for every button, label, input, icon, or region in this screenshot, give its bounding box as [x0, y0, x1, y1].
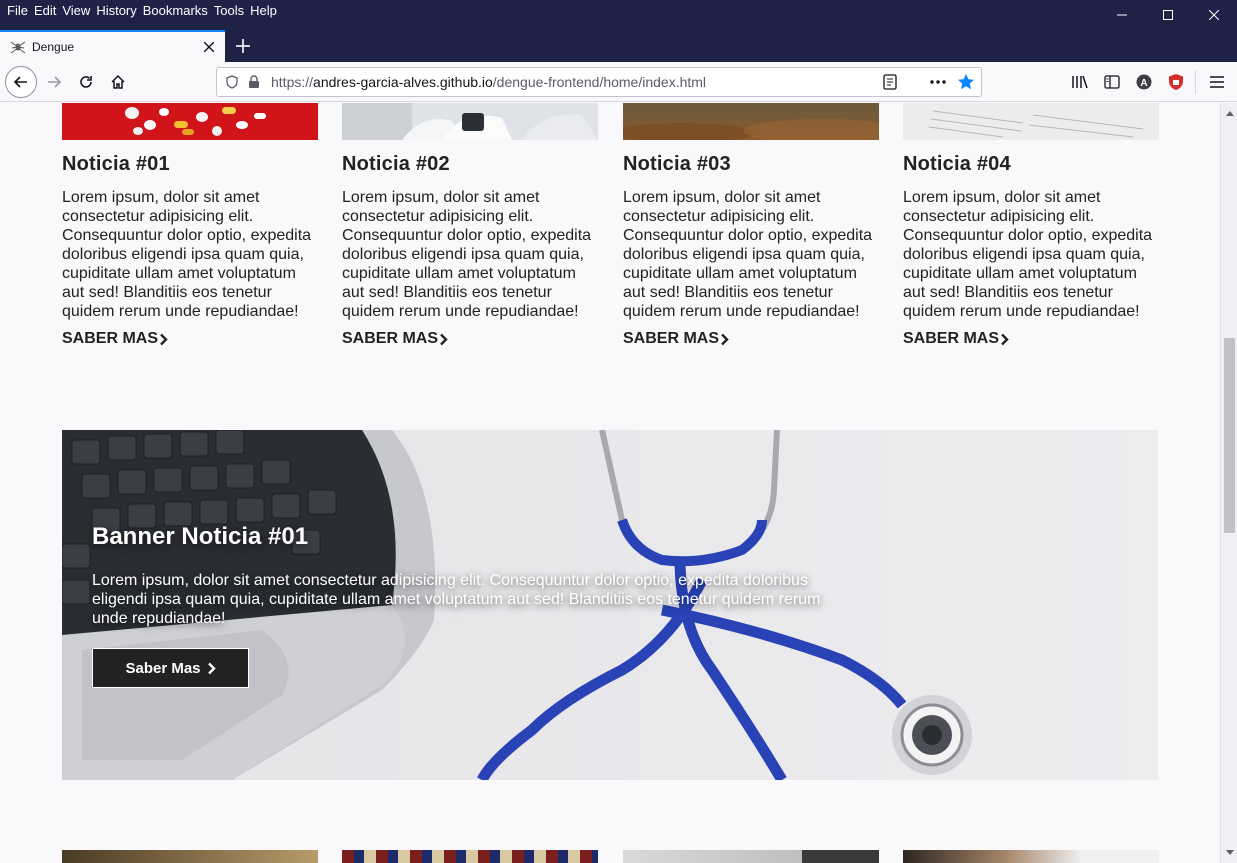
- back-button[interactable]: [5, 66, 37, 98]
- scroll-down-button[interactable]: [1221, 844, 1237, 861]
- chevron-right-icon: [1001, 333, 1009, 345]
- scroll-thumb[interactable]: [1224, 338, 1235, 533]
- chevron-down-icon: [1225, 850, 1234, 855]
- news-text: Lorem ipsum, dolor sit amet consectetur …: [623, 189, 873, 320]
- news-banner: Banner Noticia #01 Lorem ipsum, dolor si…: [62, 430, 1158, 780]
- saber-mas-link[interactable]: SABER MAS: [342, 330, 449, 348]
- chevron-right-icon: [160, 333, 168, 345]
- news-text: Lorem ipsum, dolor sit amet consectetur …: [62, 189, 312, 320]
- reload-button[interactable]: [70, 66, 102, 98]
- banner-title: Banner Noticia #01: [92, 523, 309, 550]
- news-image: [623, 103, 879, 140]
- toolbar-divider: [1195, 70, 1196, 94]
- tab-bar: Dengue: [0, 30, 1237, 62]
- saber-mas-link[interactable]: SABER MAS: [62, 330, 169, 348]
- home-icon: [111, 74, 125, 89]
- menu-items: File Edit View History Bookmarks Tools H…: [6, 3, 282, 18]
- reader-view-icon[interactable]: [879, 71, 901, 93]
- arrow-left-icon: [13, 76, 27, 88]
- tab-dengue[interactable]: Dengue: [0, 30, 225, 62]
- ublock-button[interactable]: [1162, 68, 1190, 96]
- bookmark-star-icon[interactable]: [955, 71, 977, 93]
- close-icon: [1209, 10, 1219, 20]
- url-actions: [879, 71, 977, 93]
- page-scrollbar[interactable]: [1220, 103, 1237, 863]
- forward-button[interactable]: [38, 66, 70, 98]
- tab-title: Dengue: [32, 40, 75, 54]
- minimize-button[interactable]: [1099, 0, 1145, 30]
- menu-view[interactable]: View: [61, 3, 95, 18]
- news-card: Noticia #01 Lorem ipsum, dolor sit amet …: [62, 103, 318, 347]
- saber-mas-link[interactable]: SABER MAS: [903, 330, 1010, 348]
- lock-icon[interactable]: [243, 71, 265, 93]
- hamburger-icon: [1210, 76, 1224, 88]
- window-controls: [1099, 0, 1237, 30]
- news-card: Noticia #02 Lorem ipsum, dolor sit amet …: [342, 103, 598, 347]
- arrow-right-icon: [48, 76, 62, 88]
- news-image: [342, 850, 598, 863]
- library-button[interactable]: [1066, 68, 1094, 96]
- tab-close-button[interactable]: [197, 35, 221, 59]
- account-icon: A: [1136, 74, 1152, 90]
- news-image: [623, 850, 879, 863]
- link-label: SABER MAS: [342, 330, 439, 347]
- sidebar-button[interactable]: [1098, 68, 1126, 96]
- home-button[interactable]: [102, 66, 134, 98]
- link-label: SABER MAS: [62, 330, 159, 347]
- maximize-icon: [1163, 10, 1173, 20]
- scroll-up-button[interactable]: [1221, 105, 1237, 122]
- news-text: Lorem ipsum, dolor sit amet consectetur …: [903, 189, 1153, 320]
- banner-text: Lorem ipsum, dolor sit amet consectetur …: [92, 572, 821, 627]
- menu-tools[interactable]: Tools: [213, 3, 249, 18]
- app-menu-button[interactable]: [1203, 68, 1231, 96]
- link-label: SABER MAS: [903, 330, 1000, 347]
- news-card: Noticia #03 Lorem ipsum, dolor sit amet …: [623, 103, 879, 347]
- chevron-right-icon: [440, 333, 448, 345]
- news-image: [62, 103, 318, 140]
- maximize-button[interactable]: [1145, 0, 1191, 30]
- menu-file[interactable]: File: [6, 3, 33, 18]
- news-image: [62, 850, 318, 863]
- button-label: Saber Mas: [125, 659, 201, 677]
- reload-icon: [80, 76, 92, 88]
- chevron-right-icon: [207, 662, 216, 674]
- menu-help[interactable]: Help: [249, 3, 282, 18]
- menu-history[interactable]: History: [95, 3, 141, 18]
- news-title: Noticia #01: [62, 153, 170, 175]
- news-image: [903, 103, 1159, 140]
- svg-text:A: A: [1140, 78, 1147, 89]
- url-text[interactable]: https://andres-garcia-alves.github.io/de…: [271, 74, 706, 90]
- shield-icon[interactable]: [221, 71, 243, 93]
- minimize-icon: [1117, 14, 1127, 16]
- sidebar-icon: [1104, 75, 1120, 89]
- news-text: Lorem ipsum, dolor sit amet consectetur …: [342, 189, 592, 320]
- mosquito-icon: [10, 41, 26, 54]
- more-actions-icon[interactable]: [927, 71, 949, 93]
- close-icon: [204, 42, 214, 52]
- menu-edit[interactable]: Edit: [33, 3, 61, 18]
- news-title: Noticia #03: [623, 153, 731, 175]
- new-tab-button[interactable]: [231, 34, 255, 58]
- menu-bar: File Edit View History Bookmarks Tools H…: [0, 0, 1237, 30]
- chevron-up-icon: [1225, 111, 1234, 116]
- news-card: Noticia #04 Lorem ipsum, dolor sit amet …: [903, 103, 1159, 347]
- news-title: Noticia #04: [903, 153, 1011, 175]
- ublock-shield-icon: [1169, 74, 1183, 90]
- saber-mas-link[interactable]: SABER MAS: [623, 330, 730, 348]
- library-icon: [1072, 75, 1088, 89]
- plus-icon: [236, 39, 250, 53]
- nav-toolbar: https://andres-garcia-alves.github.io/de…: [0, 62, 1237, 102]
- news-image: [342, 103, 598, 140]
- url-bar[interactable]: https://andres-garcia-alves.github.io/de…: [216, 67, 982, 97]
- saber-mas-button[interactable]: Saber Mas: [92, 648, 249, 688]
- menu-bookmarks[interactable]: Bookmarks: [142, 3, 213, 18]
- close-window-button[interactable]: [1191, 0, 1237, 30]
- news-image: [903, 850, 1159, 863]
- news-title: Noticia #02: [342, 153, 450, 175]
- link-label: SABER MAS: [623, 330, 720, 347]
- account-button[interactable]: A: [1130, 68, 1158, 96]
- page-viewport: Noticia #01 Lorem ipsum, dolor sit amet …: [0, 103, 1220, 863]
- chevron-right-icon: [721, 333, 729, 345]
